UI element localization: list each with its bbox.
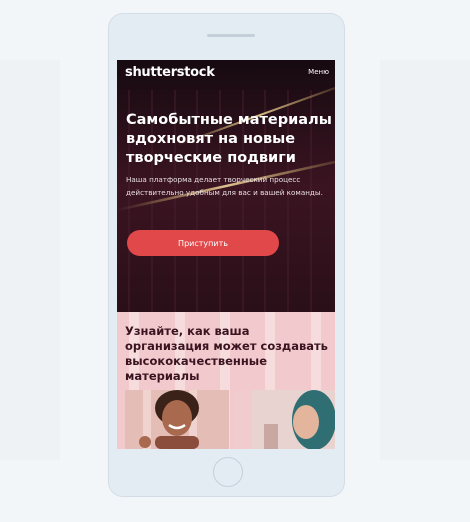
phone-home-button — [213, 457, 243, 487]
person-illustration — [125, 390, 229, 449]
hero-title: Самобытные материалы вдохновят на новые … — [126, 112, 332, 166]
shutterstock-logo[interactable]: shutterstock — [125, 65, 215, 80]
hero-subtitle: Наша платформа делает творческий процесс… — [126, 175, 323, 197]
section-title: Узнайте, как ваша организация может созд… — [125, 324, 328, 383]
menu-button[interactable]: Меню — [308, 68, 329, 76]
get-started-button[interactable]: Приступить — [127, 230, 279, 256]
organization-section: Узнайте, как ваша организация может созд… — [117, 312, 335, 449]
background-panel-right — [380, 60, 470, 460]
phone-screen: shutterstock Меню Самобытные материалы в… — [117, 60, 335, 449]
photo-woman-hijab — [234, 390, 335, 449]
hero-section: shutterstock Меню Самобытные материалы в… — [117, 60, 335, 312]
photo-smiling-woman — [125, 390, 229, 449]
person-illustration — [234, 390, 335, 449]
background-panel-left — [0, 60, 60, 460]
phone-speaker — [207, 34, 255, 37]
